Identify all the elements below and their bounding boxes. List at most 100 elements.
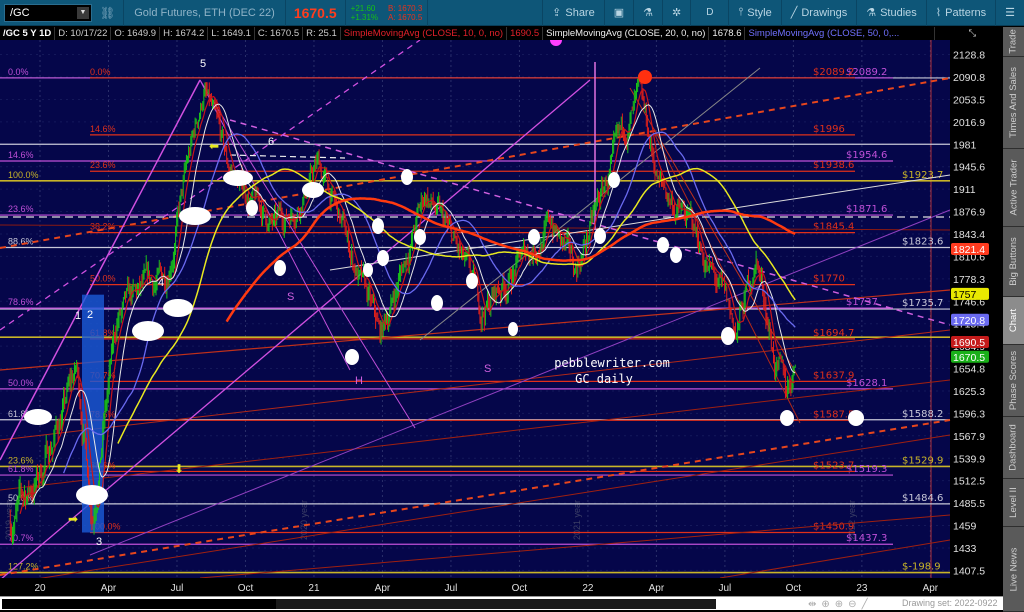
white-fib-price-label: $1484.6 bbox=[902, 493, 943, 504]
price-axis-label: 1567.9 bbox=[953, 431, 985, 443]
last-price: 1670.5 bbox=[293, 4, 337, 21]
red-fib-price-label: $1996 bbox=[813, 124, 845, 135]
red-fib-price-label: $1770 bbox=[813, 274, 845, 285]
watermark-line1: pebblewriter.com bbox=[554, 356, 670, 370]
red-fib-price-label: $1637.9 bbox=[813, 370, 854, 381]
price-axis-label: 1459 bbox=[953, 521, 977, 533]
sidebar-tab-label: Chart bbox=[1008, 308, 1020, 333]
price-axis-label: 2128.8 bbox=[953, 50, 985, 62]
arrow-right-icon: ➡ bbox=[68, 512, 78, 526]
yellow-fib-price-label: $-198.9 bbox=[902, 562, 941, 573]
studies-button[interactable]: ⚗ Studies bbox=[856, 0, 926, 26]
white-fib-price-label: $1588.2 bbox=[902, 409, 943, 420]
instrument-description: Gold Futures, ETH (DEC 22) bbox=[134, 6, 275, 19]
price-tag: 1821.4 bbox=[953, 244, 985, 256]
link-icon[interactable]: ⛓ bbox=[92, 6, 123, 20]
yellow-fib-percent: 100.0% bbox=[8, 170, 39, 180]
patterns-button[interactable]: ⌇ Patterns bbox=[925, 0, 995, 26]
chevron-down-icon[interactable]: ▼ bbox=[77, 6, 89, 19]
sidebar-tab-active-trader[interactable]: Active Trader bbox=[1003, 149, 1024, 227]
price-tag: 1720.8 bbox=[953, 315, 985, 327]
arrow-left-icon: ⬅ bbox=[209, 139, 219, 153]
share-button[interactable]: ⇪ Share bbox=[542, 0, 604, 26]
studies-label: Studies bbox=[880, 6, 917, 19]
style-label: Style bbox=[747, 6, 772, 19]
aggregation-button[interactable]: D bbox=[690, 0, 728, 26]
alert-button[interactable]: ▣ bbox=[603, 0, 633, 26]
chart-alert-icon: ▣ bbox=[613, 7, 625, 19]
draw-line-icon[interactable]: ╱ bbox=[862, 599, 868, 610]
wave-label: H bbox=[355, 375, 363, 387]
marker-ellipse bbox=[372, 218, 384, 234]
drawing-set-selector[interactable]: Drawing set: 2022-0922 bbox=[902, 598, 998, 608]
marker-ellipse bbox=[594, 228, 606, 244]
symbol-input[interactable]: /GC ▼ bbox=[4, 3, 92, 22]
sidebar-tab-label: Phase Scores bbox=[1008, 350, 1019, 411]
marker-ellipse bbox=[302, 182, 324, 198]
sidebar-tab-phase-scores[interactable]: Phase Scores bbox=[1003, 345, 1024, 417]
time-axis-label: 22 bbox=[582, 583, 594, 594]
sidebar-tab-times-and-sales[interactable]: Times And Sales bbox=[1003, 57, 1024, 149]
crosshair-icon[interactable]: ⊕ bbox=[821, 599, 829, 610]
share-icon: ⇪ bbox=[552, 7, 562, 19]
scrollbar-area: ⇹ ⊕ ⊕ ⊖ ╱ Drawing set: 2022-0922 bbox=[0, 596, 1003, 610]
sidebar-tab-label: Active Trader bbox=[1008, 159, 1019, 216]
legend-high: H: 1674.2 bbox=[160, 27, 209, 40]
red-fib-price-label: $2089.2 bbox=[813, 67, 854, 78]
style-button[interactable]: ⫯ Style bbox=[728, 0, 780, 26]
marker-ellipse bbox=[414, 229, 426, 245]
menu-button[interactable]: ☰ bbox=[995, 0, 1024, 26]
price-axis-label: 1911 bbox=[953, 184, 976, 196]
price-chart[interactable]: 2019 year 2020 year 2021 year 2022 year 88.… bbox=[0, 40, 1000, 578]
sidebar-tab-live-news[interactable]: Live News bbox=[1003, 527, 1024, 612]
legend-open: O: 1649.9 bbox=[111, 27, 161, 40]
red-fib-percent: 0.0% bbox=[90, 67, 111, 77]
ask-value: A: 1670.5 bbox=[388, 12, 423, 22]
zoom-out-icon[interactable]: ⊖ bbox=[848, 599, 856, 610]
legend-range: R: 25.1 bbox=[303, 27, 341, 40]
legend-low: L: 1649.1 bbox=[208, 27, 255, 40]
aggregation-label: D bbox=[706, 7, 714, 18]
sidebar-tab-chart[interactable]: Chart bbox=[1003, 297, 1024, 345]
sidebar-tab-trade[interactable]: Trade bbox=[1003, 27, 1024, 57]
patterns-icon: ⌇ bbox=[935, 7, 942, 19]
time-axis-label: Oct bbox=[786, 583, 802, 594]
share-label: Share bbox=[565, 6, 595, 19]
pan-icon[interactable]: ⇹ bbox=[808, 599, 816, 610]
time-axis-label: Jul bbox=[171, 583, 184, 594]
price-axis-label: 1945.6 bbox=[953, 162, 985, 174]
drawings-button[interactable]: ╱ Drawings bbox=[780, 0, 856, 26]
collapse-legend-icon[interactable]: ⤡ bbox=[965, 27, 979, 40]
time-axis-label: Apr bbox=[923, 583, 939, 594]
scrollbar-thumb[interactable] bbox=[276, 599, 716, 609]
price-axis-label: 1539.9 bbox=[953, 453, 985, 465]
candle-icon: ⫯ bbox=[738, 6, 744, 18]
settings-button[interactable]: ✲ bbox=[662, 0, 690, 26]
marker-ellipse bbox=[24, 409, 52, 425]
price-axis-label: 1654.8 bbox=[953, 364, 985, 376]
time-axis[interactable]: 20 Apr Jul Oct 21 Apr Jul Oct 22 Apr Jul Oct 23 Apr bbox=[0, 578, 950, 596]
pink-fib-percent: 14.6% bbox=[8, 150, 34, 160]
top-toolbar: /GC ▼ ⛓ Gold Futures, ETH (DEC 22) 1670.5… bbox=[0, 0, 1024, 26]
sidebar-tab-label: Times And Sales bbox=[1008, 67, 1019, 138]
legend-date: D: 10/17/22 bbox=[55, 27, 112, 40]
flask-button[interactable]: ⚗ bbox=[633, 0, 662, 26]
marker-ellipse bbox=[163, 299, 193, 317]
red-fib-price-label: $1938.6 bbox=[813, 160, 854, 171]
time-axis-label: Jul bbox=[445, 583, 458, 594]
sidebar-tab-level-ii[interactable]: Level II bbox=[1003, 479, 1024, 527]
time-axis-label: Jul bbox=[719, 583, 732, 594]
marker-ellipse bbox=[76, 485, 108, 505]
wave-label: S bbox=[287, 291, 294, 303]
legend-sma50: SimpleMovingAvg (CLOSE, 50, 0,... bbox=[745, 27, 936, 40]
price-axis-label: 1485.5 bbox=[953, 498, 985, 510]
flask-icon: ⚗ bbox=[866, 7, 877, 19]
zoom-in-icon[interactable]: ⊕ bbox=[835, 599, 843, 610]
chart-tools: ⇹ ⊕ ⊕ ⊖ ╱ bbox=[808, 597, 868, 611]
wave-label: 5 bbox=[200, 58, 206, 70]
marker-ellipse bbox=[670, 247, 682, 263]
white-fib-price-label: $1735.7 bbox=[902, 298, 943, 309]
sidebar-tab-dashboard[interactable]: Dashboard bbox=[1003, 417, 1024, 479]
sidebar-tab-big-buttons[interactable]: Big Buttons bbox=[1003, 227, 1024, 297]
wave-label: 3 bbox=[96, 536, 102, 548]
